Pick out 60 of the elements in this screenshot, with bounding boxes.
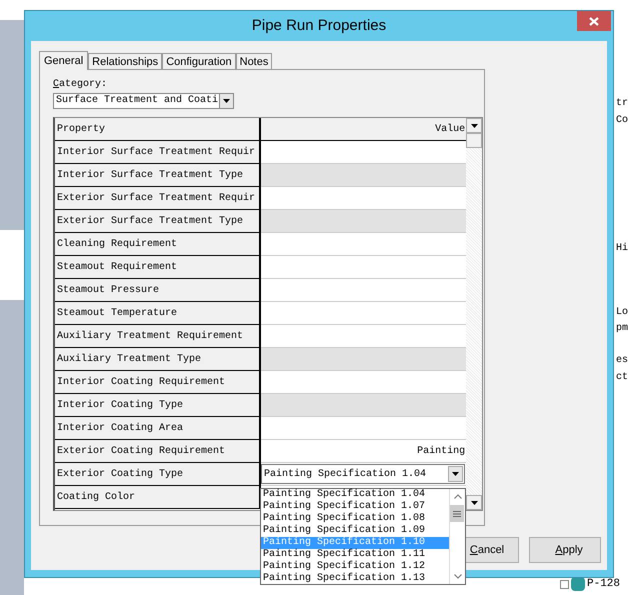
background-text: Hi [616, 243, 628, 255]
scrollbar[interactable] [466, 118, 482, 510]
background-text: Lo [616, 307, 628, 319]
close-icon [589, 16, 599, 26]
property-cell: Interior Surface Treatment Requir [55, 141, 261, 164]
tree-toggle[interactable] [560, 580, 569, 588]
dialog-button[interactable]: Apply [529, 537, 601, 563]
scroll-thumb[interactable] [450, 505, 464, 522]
property-cell: Steamout Pressure [55, 279, 261, 302]
property-cell: Steamout Temperature [55, 302, 261, 325]
property-cell: Exterior Surface Treatment Requir [55, 187, 261, 210]
property-cell: Auxiliary Treatment Type [55, 348, 261, 371]
background-text: es [616, 355, 628, 367]
dropdown-option[interactable]: Painting Specification 1.08 [261, 513, 449, 525]
property-cell: Cleaning Requirement [55, 233, 261, 256]
tab[interactable]: Notes [236, 53, 272, 69]
background-text: ct [616, 372, 628, 384]
property-cell: Coating Color [55, 486, 261, 509]
category-label: Category: [53, 79, 108, 91]
dropdown-option[interactable]: Painting Specification 1.07 [261, 501, 449, 513]
background-text: Co [616, 115, 628, 127]
property-cell: Steamout Requirement [55, 256, 261, 279]
value-cell[interactable] [261, 348, 466, 371]
column-header: Property [55, 118, 261, 140]
value-cell[interactable] [261, 210, 466, 233]
property-cell: Exterior Surface Treatment Type [55, 210, 261, 233]
value-cell[interactable] [261, 164, 466, 187]
property-cell: Exterior Coating Requirement [55, 440, 261, 463]
caret-down-icon [223, 99, 230, 103]
property-cell: Auxiliary Treatment Requirement [55, 325, 261, 348]
window-title: Pipe Run Properties [252, 16, 386, 36]
background-text: tr [616, 98, 628, 110]
property-cell: Interior Surface Treatment Type [55, 164, 261, 187]
property-cell: Interior Coating Type [55, 394, 261, 417]
tree-label[interactable]: P-128 [587, 578, 620, 590]
list-scrollbar[interactable] [449, 489, 465, 584]
close-button[interactable] [577, 11, 611, 31]
dropdown-option[interactable]: Painting Specification 1.11 [261, 549, 449, 561]
caret-down-icon [470, 500, 478, 504]
chevron-down-icon [454, 574, 462, 579]
dropdown-option[interactable]: Painting Specification 1.13 [261, 573, 449, 585]
column-header: Value [261, 118, 466, 140]
property-cell: Exterior Coating Type [55, 463, 261, 486]
tab[interactable]: Configuration [162, 53, 236, 69]
grip-icon [453, 510, 461, 516]
scroll-up-button[interactable] [466, 118, 482, 133]
dropdown-option[interactable]: Painting Specification 1.04 [261, 489, 449, 501]
tab[interactable]: General [39, 51, 88, 70]
property-cell: Interior Coating Area [55, 417, 261, 440]
background-text: pm [616, 323, 628, 335]
category-dropdown[interactable]: Surface Treatment and Coati [53, 93, 234, 109]
dropdown-option[interactable]: Painting Specification 1.09 [261, 525, 449, 537]
scroll-down-button[interactable] [466, 495, 482, 510]
scroll-thumb[interactable] [466, 133, 482, 148]
chevron-up-icon [454, 494, 462, 499]
tab[interactable]: Relationships [88, 53, 162, 69]
value-cell[interactable] [261, 394, 466, 417]
dropdown-option[interactable]: Painting Specification 1.12 [261, 561, 449, 573]
caret-down-icon [452, 472, 459, 476]
property-cell: Interior Coating Requirement [55, 371, 261, 394]
